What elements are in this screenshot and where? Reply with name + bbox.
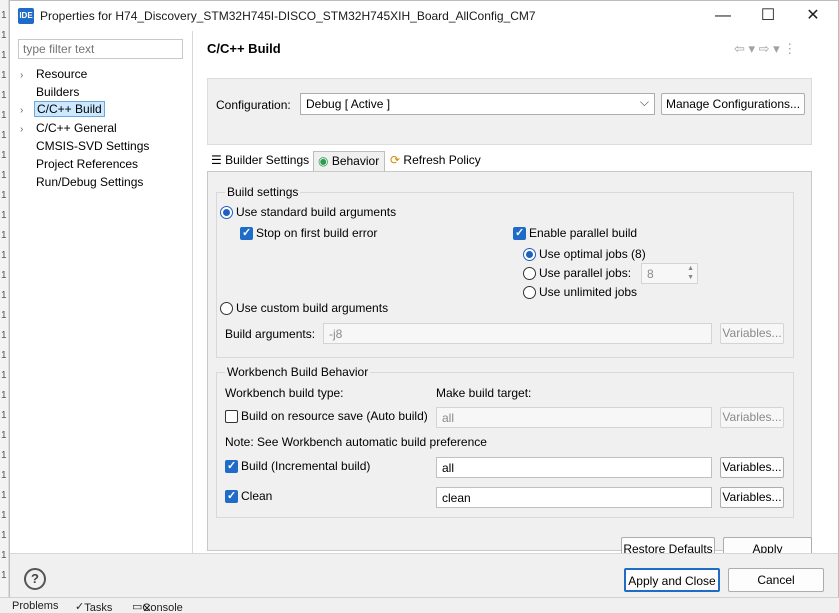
- clean-checkbox[interactable]: [225, 489, 238, 503]
- optimal-jobs-radio[interactable]: [523, 248, 536, 261]
- tab-label: Behavior: [331, 154, 380, 168]
- sidebar-item-cmsis-svd[interactable]: CMSIS-SVD Settings: [20, 138, 151, 155]
- build-settings-group: Build settings Use standard build argume…: [216, 185, 794, 358]
- filter-input[interactable]: [18, 39, 183, 59]
- tab-refresh-policy[interactable]: ⟳ Refresh Policy: [386, 151, 490, 172]
- sidebar-item-resource[interactable]: › Resource: [20, 66, 89, 83]
- clean-label: Clean: [241, 489, 273, 503]
- property-page: C/C++ Build ⇦ ▾ ⇨ ▾ ⋮ Configuration: Deb…: [194, 31, 838, 559]
- build-arguments-label: Build arguments:: [225, 327, 316, 341]
- tab-builder-settings[interactable]: ☰ Builder Settings: [207, 151, 313, 172]
- properties-dialog: IDE Properties for H74_Discovery_STM32H7…: [9, 0, 839, 597]
- expand-icon[interactable]: ›: [20, 67, 34, 84]
- unlimited-jobs-label: Use unlimited jobs: [539, 285, 638, 299]
- parallel-jobs-spinner[interactable]: 8 ▲ ▼: [641, 263, 698, 284]
- sidebar-item-run-debug[interactable]: Run/Debug Settings: [20, 174, 145, 191]
- optimal-jobs-label: Use optimal jobs (8): [539, 247, 646, 261]
- sidebar-item-label: C/C++ General: [36, 121, 117, 135]
- tab-label: Refresh Policy: [403, 153, 481, 167]
- auto-build-label: Build on resource save (Auto build): [241, 409, 428, 423]
- sidebar-item-label: Project References: [36, 157, 139, 171]
- configuration-label: Configuration:: [216, 98, 291, 112]
- parallel-jobs-label: Use parallel jobs:: [539, 266, 632, 280]
- behavior-icon: ◉: [318, 154, 329, 168]
- use-standard-radio[interactable]: [220, 206, 233, 219]
- cancel-button[interactable]: Cancel: [728, 568, 824, 592]
- incremental-variables-button[interactable]: Variables...: [720, 457, 784, 478]
- incremental-build-label: Build (Incremental build): [241, 459, 371, 473]
- background-editor-gutter: 1111 1111 1111 1111 1111 1111 1111 1: [0, 0, 9, 613]
- auto-build-checkbox[interactable]: [225, 410, 238, 423]
- minimize-button[interactable]: —: [708, 5, 738, 27]
- sidebar-item-label: CMSIS-SVD Settings: [36, 139, 150, 153]
- list-icon: ☰: [211, 153, 222, 167]
- tab-behavior[interactable]: ◉ Behavior: [313, 151, 385, 172]
- close-button[interactable]: ✕: [798, 5, 828, 27]
- expand-icon[interactable]: ›: [20, 102, 34, 119]
- sidebar-item-label: C/C++ Build: [34, 101, 105, 117]
- workbench-build-group: Workbench Build Behavior Workbench build…: [216, 365, 794, 518]
- stop-on-first-error-checkbox[interactable]: [240, 226, 253, 240]
- tasks-tab[interactable]: ✓ Tasks: [75, 600, 112, 613]
- navigation-arrows-icon[interactable]: ⇦ ▾ ⇨ ▾ ⋮: [734, 41, 796, 57]
- sidebar-item-label: Builders: [36, 85, 80, 99]
- console-tab[interactable]: ▭ Console ✕: [132, 600, 183, 613]
- sidebar-item-cpp-general[interactable]: › C/C++ General: [20, 120, 119, 137]
- stop-on-first-error-label: Stop on first build error: [256, 226, 378, 240]
- sidebar-item-label: Run/Debug Settings: [36, 175, 144, 189]
- incremental-target-field[interactable]: all: [436, 457, 712, 478]
- configuration-value: Debug [ Active ]: [306, 97, 391, 111]
- expand-icon[interactable]: ›: [20, 121, 34, 138]
- tab-label: Builder Settings: [225, 153, 310, 167]
- help-icon[interactable]: ?: [24, 568, 46, 590]
- parallel-jobs-radio[interactable]: [523, 267, 536, 280]
- build-settings-title: Build settings: [225, 185, 301, 199]
- enable-parallel-label: Enable parallel build: [529, 226, 638, 240]
- manage-configurations-button[interactable]: Manage Configurations...: [661, 93, 805, 115]
- make-target-label: Make build target:: [436, 386, 532, 400]
- parallel-jobs-value: 8: [647, 267, 654, 281]
- auto-build-target-field[interactable]: all: [436, 407, 712, 428]
- build-arguments-field[interactable]: -j8: [323, 323, 712, 344]
- background-views-bar: Problems ✓ Tasks ▭ Console ✕: [0, 597, 839, 613]
- enable-parallel-checkbox[interactable]: [513, 226, 526, 240]
- maximize-button[interactable]: ☐: [753, 5, 783, 27]
- chevron-down-icon: ⌵: [639, 95, 649, 109]
- sidebar-item-project-references[interactable]: Project References: [20, 156, 140, 173]
- clean-variables-button[interactable]: Variables...: [720, 487, 784, 508]
- clean-target-field[interactable]: clean: [436, 487, 712, 508]
- page-title: C/C++ Build: [207, 41, 281, 56]
- workbench-note: Note: See Workbench automatic build pref…: [225, 435, 487, 449]
- apply-and-close-button[interactable]: Apply and Close: [624, 568, 720, 592]
- auto-build-variables-button[interactable]: Variables...: [720, 407, 784, 428]
- window-title: Properties for H74_Discovery_STM32H745I-…: [40, 9, 536, 23]
- incremental-build-checkbox[interactable]: [225, 459, 238, 473]
- refresh-icon: ⟳: [390, 153, 401, 167]
- tasks-tab-label: Tasks: [84, 602, 113, 613]
- configuration-select[interactable]: Debug [ Active ] ⌵: [300, 93, 655, 115]
- sidebar-item-label: Resource: [36, 67, 88, 81]
- build-type-label: Workbench build type:: [225, 386, 344, 400]
- ide-app-icon: IDE: [18, 8, 34, 24]
- problems-tab[interactable]: Problems: [12, 600, 58, 612]
- property-pages-tree: ›Resource Builders ›C/C++ Build ›C/C++ G…: [10, 31, 193, 553]
- console-close-icon[interactable]: ✕: [142, 602, 151, 613]
- spinner-arrows-icon[interactable]: ▲ ▼: [687, 264, 694, 282]
- sidebar-item-cpp-build[interactable]: › C/C++ Build: [20, 101, 105, 118]
- sidebar-item-builders[interactable]: Builders: [20, 84, 81, 101]
- workbench-build-title: Workbench Build Behavior: [225, 365, 371, 379]
- behavior-panel: Build settings Use standard build argume…: [207, 171, 812, 551]
- use-custom-radio[interactable]: [220, 302, 233, 315]
- dialog-footer: ? Apply and Close Cancel: [10, 553, 838, 597]
- configuration-panel: Configuration: Debug [ Active ] ⌵ Manage…: [207, 78, 812, 145]
- title-bar: IDE Properties for H74_Discovery_STM32H7…: [10, 1, 838, 31]
- build-args-variables-button[interactable]: Variables...: [720, 323, 784, 344]
- unlimited-jobs-radio[interactable]: [523, 286, 536, 299]
- use-standard-label: Use standard build arguments: [236, 205, 397, 219]
- use-custom-label: Use custom build arguments: [236, 301, 389, 315]
